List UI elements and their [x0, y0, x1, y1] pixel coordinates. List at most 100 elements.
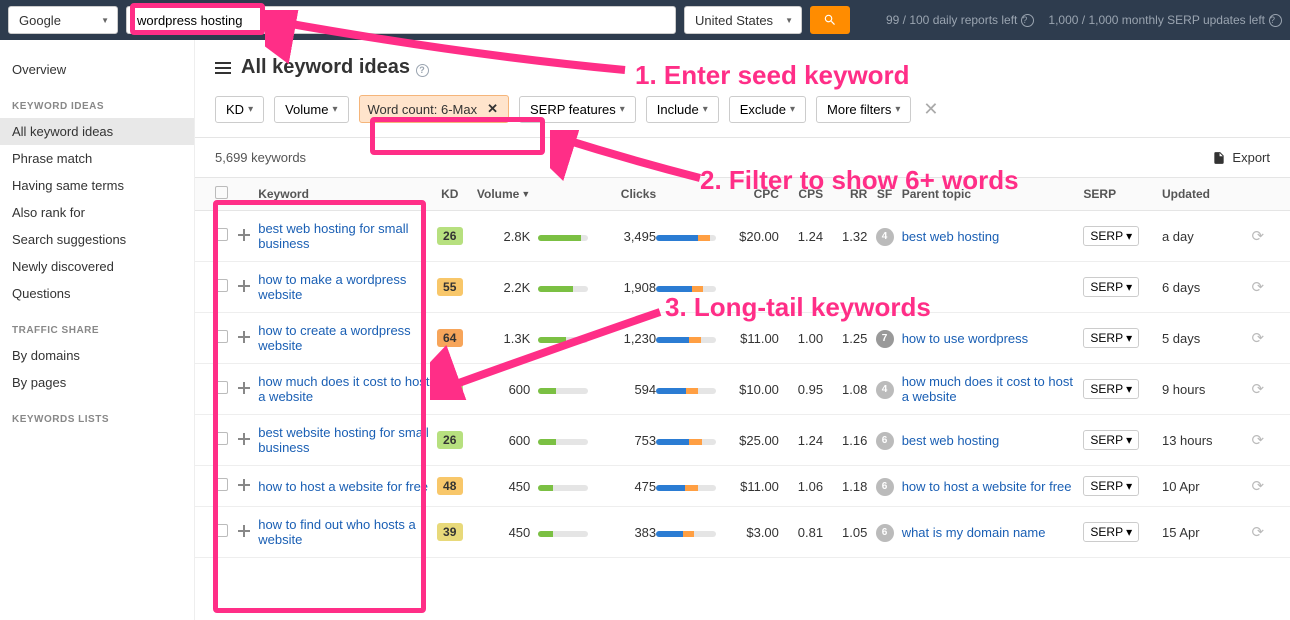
- filter-more[interactable]: More filters: [816, 96, 911, 123]
- refresh-icon[interactable]: ⟳: [1251, 228, 1264, 245]
- clicks-value: 1,230: [597, 331, 656, 346]
- volume-bar: [538, 388, 588, 394]
- export-button[interactable]: Export: [1212, 150, 1270, 165]
- filter-wordcount-chip[interactable]: Word count: 6-Max✕: [359, 95, 510, 123]
- keyword-link[interactable]: best web hosting for small business: [258, 221, 408, 251]
- keyword-link[interactable]: how to make a wordpress website: [258, 272, 406, 302]
- sidebar-item[interactable]: Search suggestions: [0, 226, 194, 253]
- refresh-icon[interactable]: ⟳: [1251, 330, 1264, 347]
- add-icon[interactable]: [237, 381, 251, 395]
- clear-filters-icon[interactable]: ✕: [923, 99, 938, 120]
- add-icon[interactable]: [237, 330, 251, 344]
- search-button[interactable]: [810, 6, 850, 34]
- kd-badge: 39: [437, 523, 463, 541]
- add-icon[interactable]: [237, 228, 251, 242]
- search-input[interactable]: [126, 6, 676, 34]
- rr-value: 1.08: [823, 382, 867, 397]
- search-icon: [823, 13, 837, 27]
- serp-button[interactable]: SERP ▾: [1083, 476, 1139, 496]
- row-checkbox[interactable]: [215, 381, 228, 394]
- add-icon[interactable]: [237, 432, 251, 446]
- keyword-link[interactable]: how to find out who hosts a website: [258, 517, 416, 547]
- filter-volume[interactable]: Volume: [274, 96, 348, 123]
- table-row: how to find out who hosts a website 39 450…: [195, 507, 1290, 558]
- export-icon: [1212, 151, 1226, 165]
- sidebar-header-ideas: KEYWORD IDEAS: [0, 83, 194, 118]
- clicks-bar: [656, 286, 716, 292]
- sidebar-item[interactable]: All keyword ideas: [0, 118, 194, 145]
- refresh-icon[interactable]: ⟳: [1251, 478, 1264, 495]
- keyword-link[interactable]: how to create a wordpress website: [258, 323, 410, 353]
- cpc-value: $25.00: [725, 433, 779, 448]
- keyword-link[interactable]: how to host a website for free: [258, 479, 428, 494]
- add-icon[interactable]: [237, 279, 251, 293]
- updated-value: 10 Apr: [1162, 479, 1245, 494]
- menu-icon[interactable]: [215, 62, 231, 74]
- serp-button[interactable]: SERP ▾: [1083, 328, 1139, 348]
- cpc-value: $11.00: [725, 331, 779, 346]
- sidebar-item[interactable]: Phrase match: [0, 145, 194, 172]
- sidebar-item[interactable]: Also rank for: [0, 199, 194, 226]
- parent-topic-link[interactable]: how much does it cost to host a website: [902, 374, 1073, 404]
- refresh-icon[interactable]: ⟳: [1251, 524, 1264, 541]
- keyword-link[interactable]: how much does it cost to host a website: [258, 374, 429, 404]
- serp-button[interactable]: SERP ▾: [1083, 379, 1139, 399]
- sidebar-item[interactable]: Having same terms: [0, 172, 194, 199]
- sort-desc-icon[interactable]: ▼: [521, 189, 530, 199]
- sf-badge: 7: [876, 330, 894, 348]
- cpc-value: $3.00: [725, 525, 779, 540]
- close-icon[interactable]: ✕: [485, 101, 500, 117]
- add-icon[interactable]: [237, 524, 251, 538]
- keyword-link[interactable]: best website hosting for small business: [258, 425, 429, 455]
- serp-button[interactable]: SERP ▾: [1083, 522, 1139, 542]
- filter-include[interactable]: Include: [646, 96, 719, 123]
- clicks-bar: [656, 235, 716, 241]
- parent-topic-link[interactable]: how to host a website for free: [902, 479, 1072, 494]
- parent-topic-link[interactable]: best web hosting: [902, 229, 1000, 244]
- row-checkbox[interactable]: [215, 478, 228, 491]
- sidebar-item[interactable]: Newly discovered: [0, 253, 194, 280]
- volume-bar: [538, 485, 588, 491]
- clicks-value: 383: [597, 525, 656, 540]
- row-checkbox[interactable]: [215, 432, 228, 445]
- updated-value: 5 days: [1162, 331, 1245, 346]
- filter-kd[interactable]: KD: [215, 96, 264, 123]
- refresh-icon[interactable]: ⟳: [1251, 432, 1264, 449]
- serp-button[interactable]: SERP ▾: [1083, 277, 1139, 297]
- filter-exclude[interactable]: Exclude: [729, 96, 806, 123]
- sidebar-item[interactable]: Questions: [0, 280, 194, 307]
- updated-value: 9 hours: [1162, 382, 1245, 397]
- serp-button[interactable]: SERP ▾: [1083, 430, 1139, 450]
- parent-topic-link[interactable]: best web hosting: [902, 433, 1000, 448]
- refresh-icon[interactable]: ⟳: [1251, 279, 1264, 296]
- cps-value: 0.81: [779, 525, 823, 540]
- sidebar-item[interactable]: By domains: [0, 342, 194, 369]
- row-checkbox[interactable]: [215, 279, 228, 292]
- parent-topic-link[interactable]: what is my domain name: [902, 525, 1046, 540]
- updated-value: 13 hours: [1162, 433, 1245, 448]
- country-select[interactable]: United States: [684, 6, 802, 34]
- row-checkbox[interactable]: [215, 228, 228, 241]
- filter-serp[interactable]: SERP features: [519, 96, 636, 123]
- select-all-checkbox[interactable]: [215, 186, 228, 199]
- add-icon[interactable]: [237, 478, 251, 492]
- volume-bar: [538, 531, 588, 537]
- clicks-value: 475: [597, 479, 656, 494]
- keywords-table: Keyword KD Volume▼ Clicks CPC CPS RR SF …: [195, 177, 1290, 558]
- row-checkbox[interactable]: [215, 524, 228, 537]
- cpc-value: $20.00: [725, 229, 779, 244]
- table-row: best web hosting for small business262.8…: [195, 211, 1290, 262]
- clicks-value: 1,908: [597, 280, 656, 295]
- parent-topic-link[interactable]: how to use wordpress: [902, 331, 1028, 346]
- sidebar-item[interactable]: By pages: [0, 369, 194, 396]
- table-row: best website hosting for small business 2…: [195, 415, 1290, 466]
- topbar: Google United States 99 / 100 daily repo…: [0, 0, 1290, 40]
- volume-value: 450: [469, 525, 538, 540]
- row-checkbox[interactable]: [215, 330, 228, 343]
- engine-select[interactable]: Google: [8, 6, 118, 34]
- kd-badge: 26: [437, 431, 463, 449]
- sidebar-overview[interactable]: Overview: [0, 56, 194, 83]
- serp-button[interactable]: SERP ▾: [1083, 226, 1139, 246]
- info-icon: ?: [1021, 14, 1034, 27]
- refresh-icon[interactable]: ⟳: [1251, 381, 1264, 398]
